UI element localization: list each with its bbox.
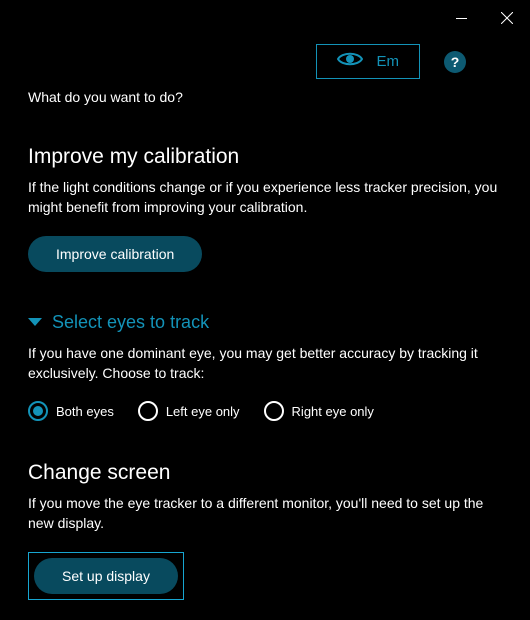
main-content: What do you want to do? Improve my calib… [0, 89, 530, 620]
titlebar [0, 0, 530, 32]
minimize-button[interactable] [438, 4, 484, 32]
improve-calibration-button[interactable]: Improve calibration [28, 236, 202, 272]
setup-display-button[interactable]: Set up display [34, 558, 178, 594]
radio-icon [28, 401, 48, 421]
select-eyes-header[interactable]: Select eyes to track [28, 312, 502, 333]
select-eyes-body: If you have one dominant eye, you may ge… [28, 343, 502, 384]
change-screen-title: Change screen [28, 461, 502, 485]
help-icon-text: ? [451, 54, 460, 70]
chevron-down-icon [28, 318, 42, 326]
header-row: Em ? [0, 32, 530, 89]
profile-label: Em [377, 53, 400, 70]
close-button[interactable] [484, 4, 530, 32]
radio-label: Right eye only [292, 404, 374, 419]
select-eyes-title: Select eyes to track [52, 312, 209, 333]
eyes-radio-group: Both eyes Left eye only Right eye only [28, 401, 502, 421]
help-button[interactable]: ? [444, 51, 466, 73]
calibration-body: If the light conditions change or if you… [28, 177, 502, 218]
calibration-title: Improve my calibration [28, 145, 502, 169]
radio-label: Left eye only [166, 404, 240, 419]
radio-both-eyes[interactable]: Both eyes [28, 401, 114, 421]
prompt-text: What do you want to do? [28, 89, 502, 105]
radio-right-eye[interactable]: Right eye only [264, 401, 374, 421]
profile-selector[interactable]: Em [316, 44, 421, 79]
radio-left-eye[interactable]: Left eye only [138, 401, 240, 421]
change-screen-body: If you move the eye tracker to a differe… [28, 493, 502, 534]
setup-display-highlight: Set up display [28, 552, 184, 600]
radio-icon [138, 401, 158, 421]
radio-icon [264, 401, 284, 421]
eye-icon [337, 51, 363, 72]
radio-label: Both eyes [56, 404, 114, 419]
